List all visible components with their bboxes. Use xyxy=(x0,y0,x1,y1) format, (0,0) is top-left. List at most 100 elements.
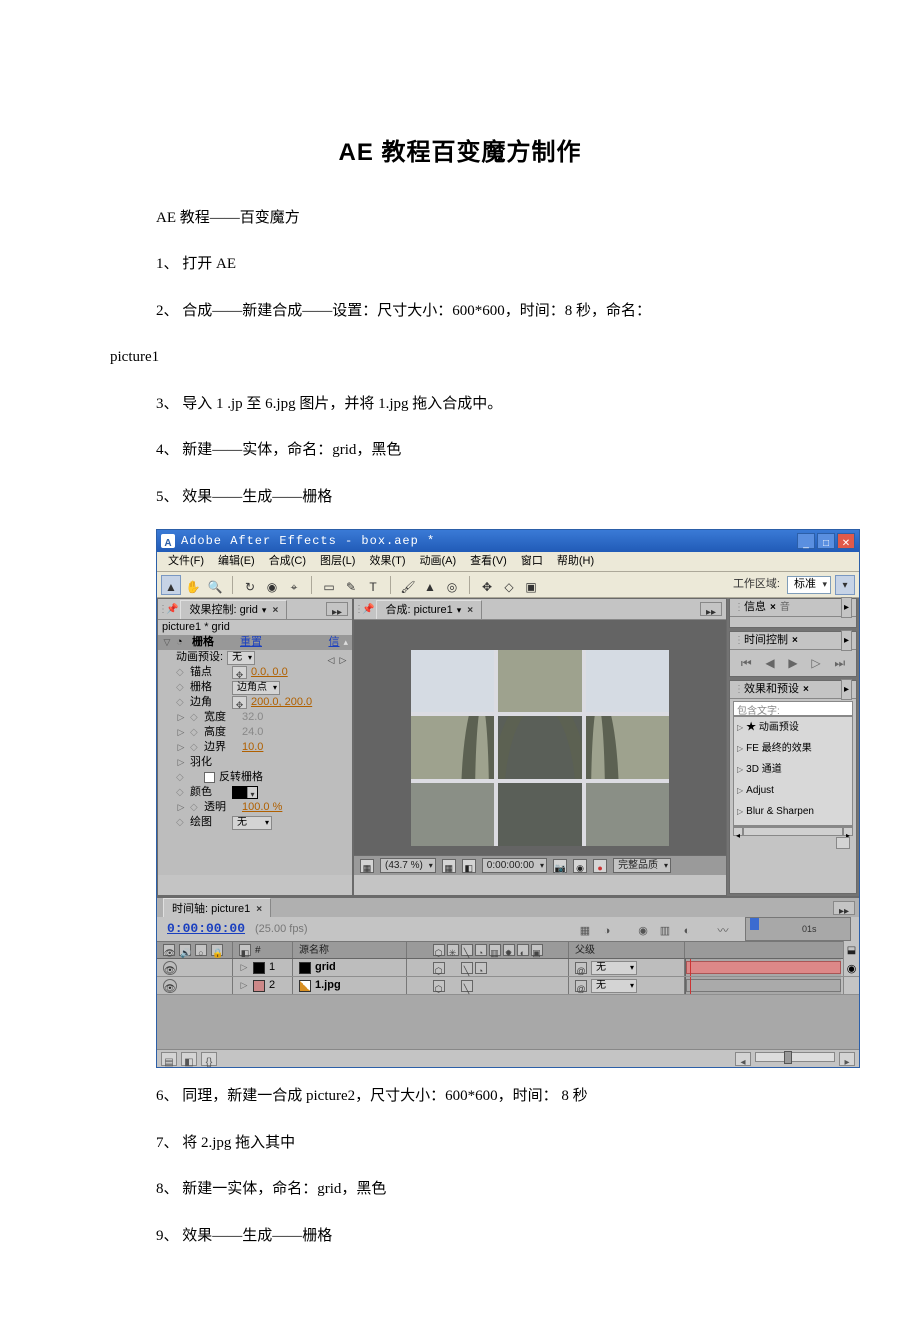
close-tab-icon[interactable]: × xyxy=(256,900,262,919)
effects-presets-tab[interactable]: 效果和预设 xyxy=(744,679,799,700)
text-tool-icon[interactable]: T xyxy=(363,575,383,595)
zoom-select[interactable]: (43.7 %) xyxy=(380,858,436,873)
adjustment-icon[interactable]: ◐ xyxy=(517,944,529,956)
menu-help[interactable]: 帮助(H) xyxy=(550,549,601,574)
menu-edit[interactable]: 编辑(E) xyxy=(211,549,262,574)
close-button[interactable]: ✕ xyxy=(837,533,855,549)
parent-select[interactable]: 无 xyxy=(591,979,637,993)
close-tab-icon[interactable]: × xyxy=(467,601,473,620)
new-folder-icon[interactable] xyxy=(836,837,850,849)
collapse-icon[interactable]: ▴ xyxy=(343,634,348,651)
layer-bar[interactable] xyxy=(686,979,841,992)
fx-toggle[interactable]: ◔ xyxy=(475,962,487,974)
snap-icon-2[interactable]: ◇ xyxy=(499,575,519,595)
viewer-color-icon[interactable]: ● xyxy=(593,859,607,873)
tl-foot-icon-2[interactable]: ◧ xyxy=(181,1052,197,1066)
timeline-layer-row[interactable]: 👁 1 grid ⬡ ╲ ◔ @ xyxy=(157,959,859,977)
scroll-left-icon[interactable]: ◂ xyxy=(733,827,743,836)
time-display[interactable]: 0:00:00:00 xyxy=(482,858,547,873)
video-col-icon[interactable]: 👁 xyxy=(163,944,175,956)
quality-icon[interactable]: ╲ xyxy=(461,944,473,956)
panel-menu-icon[interactable]: ▸▸ xyxy=(326,602,348,616)
layer-track[interactable] xyxy=(685,959,841,976)
pickwhip-icon[interactable]: @ xyxy=(575,962,587,974)
tl-icon-5[interactable]: ◐ xyxy=(679,921,695,937)
composition-viewer[interactable]: ▦ (43.7 %) ▦ ◧ 0:00:00:00 📷 ◉ ● 完整品质 xyxy=(354,619,726,875)
tree-item[interactable]: ▷3D 通道 xyxy=(734,759,852,780)
solo-col-icon[interactable]: ○ xyxy=(195,944,207,956)
panel-menu-icon[interactable]: ▸ xyxy=(841,679,852,700)
composition-tab[interactable]: 合成: picture1 ▾ × xyxy=(376,600,482,619)
viewer-mask-icon[interactable]: ◧ xyxy=(462,859,476,873)
layer-disclosure-icon[interactable] xyxy=(239,959,249,976)
frame-blend-icon[interactable]: ▥ xyxy=(489,944,501,956)
scroll-track[interactable] xyxy=(743,827,843,836)
collapse-icon[interactable]: ✳ xyxy=(447,944,459,956)
pin-icon[interactable]: 📌 xyxy=(360,600,376,619)
tree-scrollbar[interactable]: ◂ ▸ xyxy=(733,826,853,836)
time-controls-tab[interactable]: 时间控制 xyxy=(744,630,788,651)
zoom-in-icon[interactable]: ▸ xyxy=(839,1052,855,1066)
workspace-select[interactable]: 标准 xyxy=(787,576,831,594)
tl-icon-graph[interactable]: 〰 xyxy=(715,921,731,937)
visibility-toggle[interactable]: 👁 xyxy=(163,979,177,993)
audio-tab[interactable]: 音 xyxy=(780,598,790,617)
panel-menu-icon[interactable]: ▸ xyxy=(841,597,852,618)
zoom-knob[interactable] xyxy=(784,1051,792,1064)
play-icon[interactable]: ▶ xyxy=(788,652,797,675)
viewer-channel-icon[interactable]: ▦ xyxy=(442,859,456,873)
quality-toggle[interactable]: ╲ xyxy=(461,962,473,974)
close-tab-icon[interactable]: × xyxy=(792,631,798,650)
last-frame-icon[interactable]: ⏭ xyxy=(834,652,845,675)
info-tab[interactable]: 信息 xyxy=(744,597,766,618)
menu-animation[interactable]: 动画(A) xyxy=(413,549,464,574)
label-col-icon[interactable]: ◧ xyxy=(239,944,251,956)
shy-toggle[interactable]: ⬡ xyxy=(433,962,445,974)
close-tab-icon[interactable]: × xyxy=(272,601,278,620)
row-scroll[interactable]: ◉ xyxy=(843,959,859,976)
expand-icon[interactable]: ⬓ xyxy=(843,941,859,960)
col-name[interactable]: 源名称 xyxy=(293,942,407,958)
selection-tool-icon[interactable]: ▲ xyxy=(161,575,181,595)
zoom-out-icon[interactable]: ◂ xyxy=(735,1052,751,1066)
zoom-tool-icon[interactable]: 🔍 xyxy=(205,575,225,595)
hand-tool-icon[interactable]: ✋ xyxy=(183,575,203,595)
shy-icon[interactable]: ⬡ xyxy=(433,944,445,956)
snap-icon-1[interactable]: ✥ xyxy=(477,575,497,595)
preset-tree[interactable]: ▷★ 动画预设 ▷FE 最终的效果 ▷3D 通道 ▷Adjust ▷Blur &… xyxy=(733,716,853,826)
first-frame-icon[interactable]: ⏮ xyxy=(741,652,752,675)
close-tab-icon[interactable]: × xyxy=(770,598,776,617)
paint-select[interactable]: 无 xyxy=(232,816,272,830)
tl-icon-2[interactable]: ◑ xyxy=(599,921,615,937)
fx-icon[interactable]: ◔ xyxy=(475,944,487,956)
audio-col-icon[interactable]: 🔊 xyxy=(179,944,191,956)
next-frame-icon[interactable]: ▷ xyxy=(811,652,820,675)
tree-item[interactable]: ▷FE 最终的效果 xyxy=(734,738,852,759)
next-key-icon[interactable]: ▷ xyxy=(338,652,348,664)
viewer-region-icon[interactable]: ◉ xyxy=(573,859,587,873)
panel-menu-icon[interactable]: ▸ xyxy=(841,630,852,651)
snap-icon-3[interactable]: ▣ xyxy=(521,575,541,595)
tl-foot-icon-3[interactable]: {} xyxy=(201,1052,217,1066)
scroll-right-icon[interactable]: ▸ xyxy=(843,827,853,836)
close-tab-icon[interactable]: × xyxy=(803,680,809,699)
lock-col-icon[interactable]: 🔒 xyxy=(211,944,223,956)
layer-color-swatch[interactable] xyxy=(253,980,265,992)
current-time[interactable]: 0:00:00:00 xyxy=(157,917,255,942)
time-ruler[interactable]: 01s xyxy=(745,917,851,941)
prev-frame-icon[interactable]: ◀ xyxy=(765,652,774,675)
tab-dropdown-icon[interactable]: ▾ xyxy=(262,602,267,619)
effect-controls-tab[interactable]: 效果控制: grid ▾ × xyxy=(180,600,287,619)
timeline-layer-row[interactable]: 👁 2 1.jpg ⬡ ╲ @ xyxy=(157,977,859,995)
restore-button[interactable]: □ xyxy=(817,533,835,549)
tree-item[interactable]: ▷★ 动画预设 xyxy=(734,717,852,738)
row-scroll[interactable] xyxy=(843,977,859,994)
stopwatch-icon[interactable]: ◇ xyxy=(176,813,186,832)
menu-file[interactable]: 文件(F) xyxy=(161,549,211,574)
visibility-toggle[interactable]: 👁 xyxy=(163,961,177,975)
pin-icon[interactable]: 📌 xyxy=(164,600,180,619)
menu-layer[interactable]: 图层(L) xyxy=(313,549,362,574)
panel-menu-icon[interactable]: ▸▸ xyxy=(700,602,722,616)
border-value[interactable]: 10.0 xyxy=(242,737,263,758)
quality-toggle[interactable]: ╲ xyxy=(461,980,473,992)
